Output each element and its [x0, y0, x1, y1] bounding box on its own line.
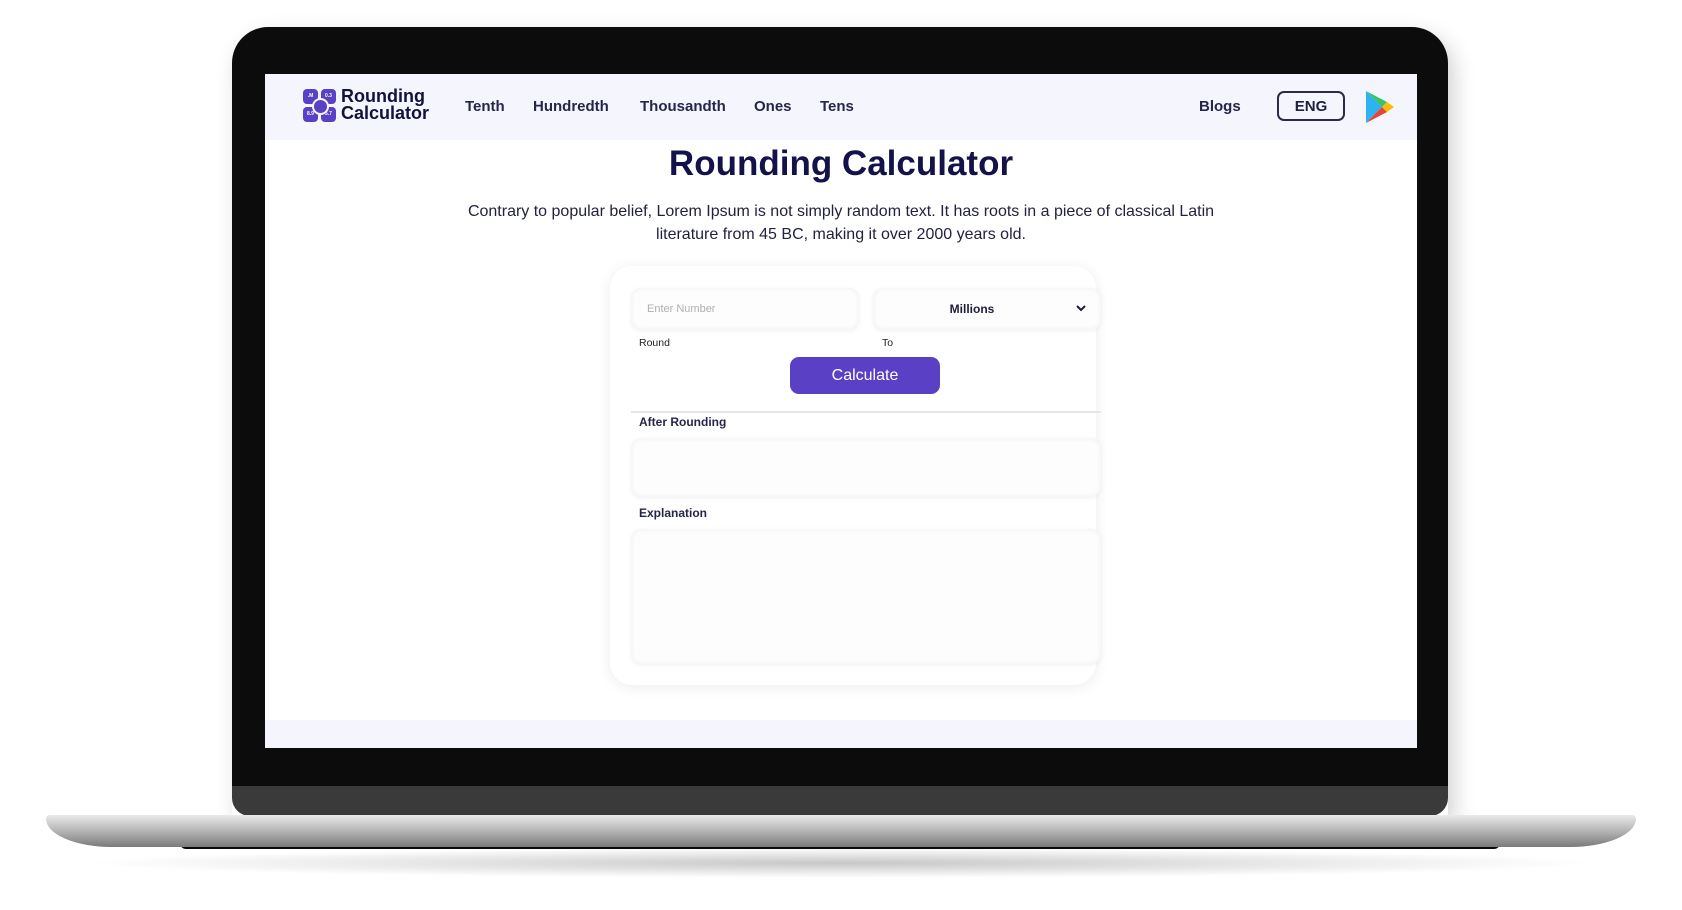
logo-text: Rounding Calculator — [341, 87, 430, 123]
laptop-base-shadow — [80, 848, 1600, 878]
round-to-select[interactable]: Millions — [873, 288, 1101, 330]
google-play-icon[interactable] — [1364, 90, 1396, 124]
logo-line2: Calculator — [341, 103, 430, 123]
page-title: Rounding Calculator — [668, 144, 1014, 183]
explanation-label: Explanation — [639, 506, 708, 520]
divider — [631, 411, 1101, 413]
nav-link-tenth[interactable]: Tenth — [465, 98, 505, 115]
page-description: Contrary to popular belief, Lorem Ipsum … — [467, 203, 1215, 243]
nav-link-hundredth[interactable]: Hundredth — [533, 98, 609, 115]
to-label: To — [882, 337, 894, 349]
browser-screen: .M 0.3 8.9 5.7 Rounding Calculator Tenth… — [265, 74, 1417, 748]
number-input-wrapper — [631, 288, 859, 330]
round-to-selected-value: Millions — [949, 302, 995, 316]
number-input[interactable] — [631, 288, 859, 330]
footer-strip — [265, 720, 1417, 748]
after-rounding-label: After Rounding — [639, 415, 727, 429]
logo-center-circle — [312, 97, 329, 115]
site-logo[interactable]: .M 0.3 8.9 5.7 Rounding Calculator — [303, 87, 430, 123]
chevron-down-icon — [1076, 305, 1086, 312]
after-rounding-output — [631, 438, 1101, 497]
nav-link-thousandth[interactable]: Thousandth — [640, 98, 726, 115]
language-button[interactable]: ENG — [1277, 91, 1345, 121]
calculator-card: Round Millions To Calculate After Roundi… — [610, 266, 1101, 685]
laptop-base — [46, 815, 1636, 847]
laptop-chin — [232, 786, 1448, 816]
logo-grid-icon: .M 0.3 8.9 5.7 — [303, 88, 336, 122]
nav-link-ones[interactable]: Ones — [754, 98, 792, 115]
nav-link-blogs[interactable]: Blogs — [1199, 98, 1241, 115]
explanation-output — [631, 529, 1101, 664]
nav-link-tens[interactable]: Tens — [820, 98, 854, 115]
calculate-button[interactable]: Calculate — [790, 357, 940, 394]
round-label: Round — [639, 337, 670, 349]
top-navbar: .M 0.3 8.9 5.7 Rounding Calculator Tenth… — [265, 74, 1417, 140]
